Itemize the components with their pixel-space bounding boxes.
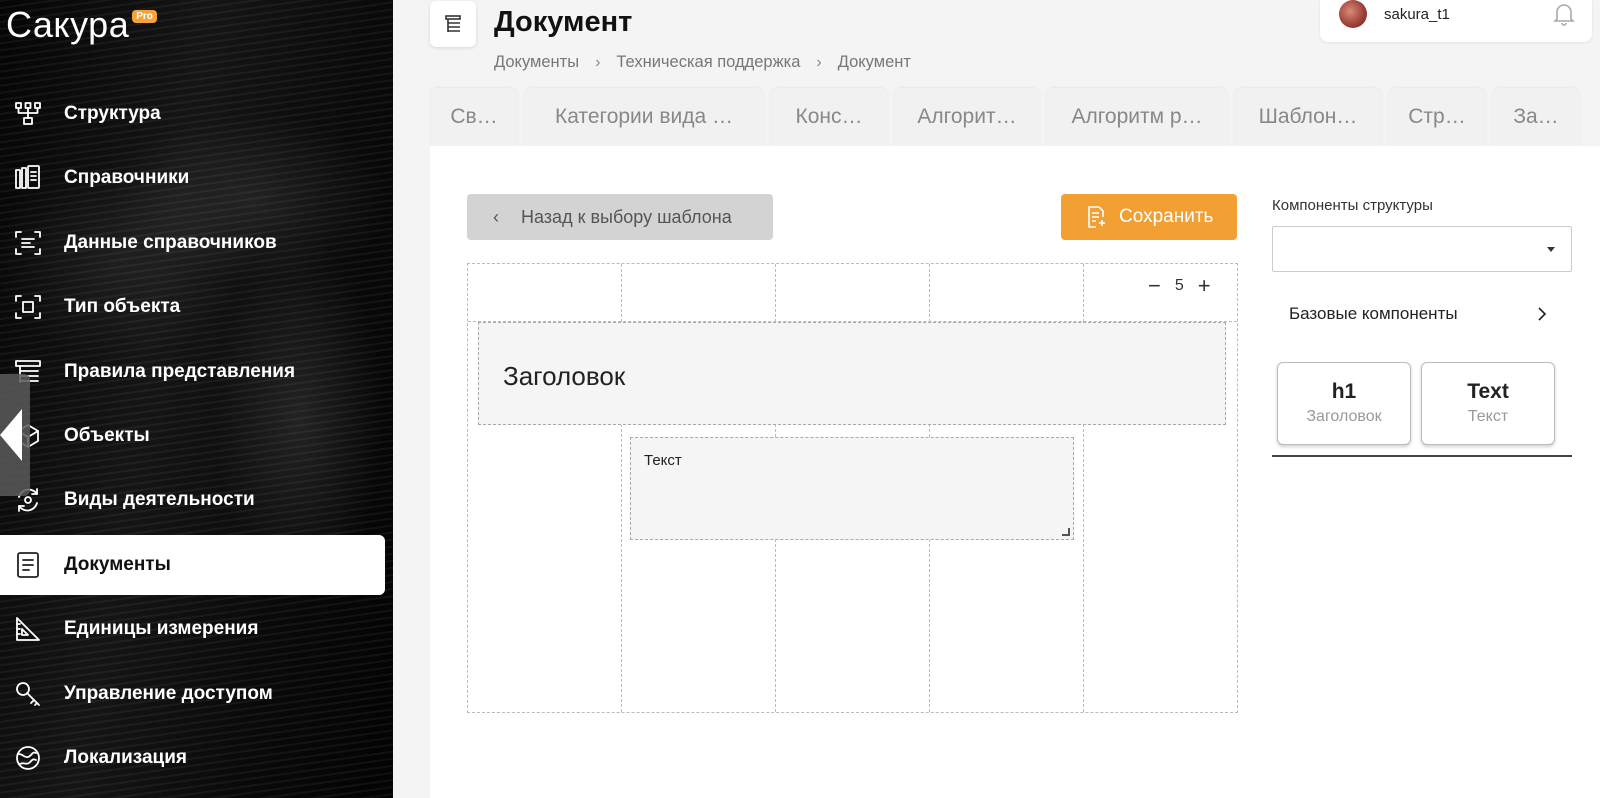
save-button[interactable]: Сохранить	[1061, 194, 1237, 240]
column-count: 5	[1174, 277, 1184, 294]
nav-item-label: Документы	[64, 553, 171, 575]
breadcrumb-item[interactable]: Техническая поддержка	[616, 53, 800, 72]
nav-item-objects[interactable]: Объекты	[0, 406, 393, 466]
nav-item-activities[interactable]: Виды деятельности	[0, 470, 393, 530]
component-card-title: Text	[1467, 380, 1509, 403]
document-icon	[14, 551, 42, 579]
logo[interactable]: Сакура Pro	[6, 4, 157, 46]
globe-icon	[14, 744, 42, 772]
nav-item-label: Тип объекта	[64, 296, 181, 318]
plus-icon[interactable]: +	[1198, 275, 1211, 297]
bell-icon[interactable]	[1552, 1, 1576, 27]
nav-item-label: Виды деятельности	[64, 489, 255, 511]
tab[interactable]: Алгоритм р…	[1046, 88, 1228, 146]
avatar[interactable]	[1339, 0, 1367, 28]
frame-icon	[14, 293, 42, 321]
save-button-label: Сохранить	[1119, 206, 1214, 227]
structure-menu-button[interactable]	[430, 1, 476, 47]
chevron-right-icon: ›	[595, 53, 601, 71]
user-menu[interactable]: sakura_t1	[1320, 0, 1592, 42]
component-card-title: h1	[1331, 380, 1357, 403]
caret-down-icon	[1547, 247, 1555, 252]
nav-item-label: Справочники	[64, 167, 190, 189]
triangle-left-icon	[0, 409, 22, 461]
sidebar-nav: Структура Справочники Данные справочнико…	[0, 84, 393, 792]
logo-text: Сакура	[6, 4, 130, 45]
structure-components-select[interactable]	[1272, 226, 1572, 272]
nav-item-label: Локализация	[64, 746, 187, 768]
text-block-text: Текст	[644, 452, 682, 469]
back-to-template-button[interactable]: ‹ Назад к выбору шаблона	[467, 194, 773, 240]
tab[interactable]: Св…	[430, 88, 518, 146]
sidebar: Сакура Pro Структура Справочники Данные …	[0, 0, 393, 798]
heading-block[interactable]: Заголовок	[478, 322, 1226, 425]
tab[interactable]: За…	[1492, 88, 1580, 146]
nav-item-label: Управление доступом	[64, 682, 273, 704]
component-card-text[interactable]: Text Текст	[1421, 362, 1555, 445]
text-block[interactable]: Текст	[630, 437, 1074, 540]
chevron-left-icon: ‹	[493, 206, 499, 227]
breadcrumb-item[interactable]: Документы	[494, 53, 579, 72]
chevron-right-icon	[1534, 304, 1550, 324]
component-card-subtitle: Текст	[1467, 408, 1509, 425]
nav-item-label: Структура	[64, 103, 161, 124]
base-components-toggle[interactable]: Базовые компоненты	[1272, 294, 1572, 334]
nav-item-label: Данные справочников	[64, 231, 277, 253]
component-card-subtitle: Заголовок	[1306, 408, 1382, 425]
tab[interactable]: Стр…	[1388, 88, 1486, 146]
books-icon	[14, 164, 42, 192]
document-add-icon	[1085, 205, 1107, 229]
nav-item-documents[interactable]: Документы	[0, 534, 385, 595]
structure-icon	[14, 100, 42, 128]
breadcrumb-item: Документ	[837, 53, 911, 71]
chevron-right-icon: ›	[816, 53, 822, 71]
sidebar-collapse-toggle[interactable]	[0, 374, 30, 496]
nav-item-references[interactable]: Справочники	[0, 148, 393, 208]
scan-list-icon	[14, 229, 42, 257]
tab[interactable]: Конс…	[770, 88, 888, 146]
base-components-label: Базовые компоненты	[1289, 304, 1458, 323]
page-title: Документ	[494, 6, 633, 38]
tab[interactable]: Алгорит…	[894, 88, 1040, 146]
ruler-triangle-icon	[14, 615, 42, 643]
nav-item-units[interactable]: Единицы измерения	[0, 599, 393, 659]
nav-item-label: Единицы измерения	[64, 618, 259, 640]
panel-divider	[1272, 455, 1572, 457]
nav-item-label: Правила представления	[64, 360, 296, 382]
nav-item-structure[interactable]: Структура	[0, 84, 393, 144]
nav-item-view-rules[interactable]: Правила представления	[0, 342, 393, 402]
nav-item-label: Объекты	[64, 424, 150, 446]
username: sakura_t1	[1384, 6, 1450, 23]
nav-item-access[interactable]: Управление доступом	[0, 664, 393, 724]
list-icon	[445, 15, 461, 32]
nav-item-object-type[interactable]: Тип объекта	[0, 277, 393, 337]
breadcrumb: Документы › Техническая поддержка › Доку…	[494, 53, 911, 72]
nav-item-reference-data[interactable]: Данные справочников	[0, 213, 393, 273]
column-count-stepper: − 5 +	[1148, 275, 1211, 297]
key-icon	[14, 680, 42, 708]
pro-badge: Pro	[132, 10, 157, 23]
structure-components-label: Компоненты структуры	[1272, 197, 1433, 214]
minus-icon[interactable]: −	[1148, 275, 1161, 297]
component-card-h1[interactable]: h1 Заголовок	[1277, 362, 1411, 445]
heading-block-text: Заголовок	[503, 361, 626, 391]
resize-handle-icon[interactable]	[1062, 528, 1070, 536]
tab[interactable]: Категории вида …	[524, 88, 764, 146]
tab[interactable]: Шаблон…	[1234, 88, 1382, 146]
nav-item-localization[interactable]: Локализация	[0, 728, 393, 788]
tab-bar: Св… Категории вида … Конс… Алгорит… Алгоритм…	[430, 88, 1586, 146]
back-button-label: Назад к выбору шаблона	[521, 206, 732, 227]
